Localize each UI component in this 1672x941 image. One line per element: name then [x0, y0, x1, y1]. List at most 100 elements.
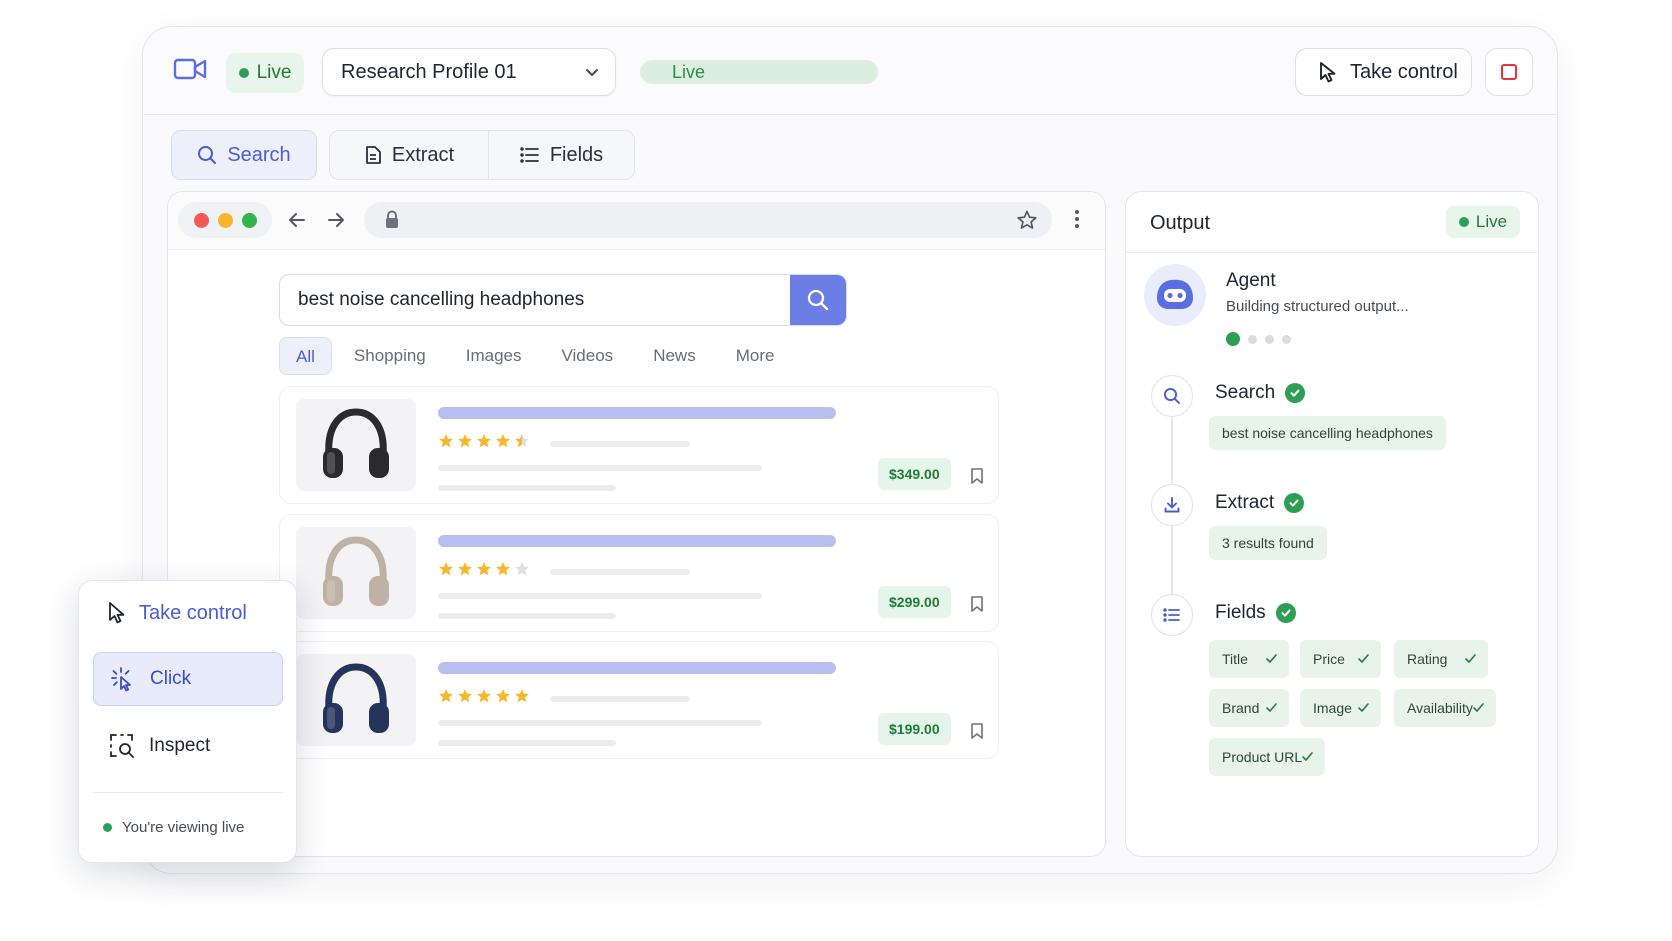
agent-browser-app: Live Research Profile 01 Live Take contr…	[142, 26, 1558, 874]
more-options-icon[interactable]	[1074, 208, 1080, 230]
rating-stars	[438, 561, 530, 577]
star-icon	[477, 689, 491, 703]
output-live-badge: Live	[1446, 206, 1520, 238]
star-icon	[439, 562, 453, 576]
headphones-icon	[323, 408, 389, 478]
progress-dot	[1265, 334, 1274, 344]
lock-icon	[386, 210, 398, 228]
text-placeholder	[438, 465, 762, 471]
field-chip-label: Price	[1313, 651, 1345, 667]
star-icon	[439, 689, 453, 703]
progress-dot	[1248, 334, 1257, 344]
result-card[interactable]: $199.00	[279, 641, 999, 759]
filter-more[interactable]: More	[716, 337, 795, 375]
filter-news[interactable]: News	[633, 337, 716, 375]
profile-select-value: Research Profile 01	[341, 60, 517, 83]
product-image	[296, 654, 416, 746]
popover-take-control[interactable]: Take control	[107, 601, 247, 625]
tab-fields[interactable]: Fields	[489, 130, 635, 180]
output-panel: Output Live Agent Building structured ou…	[1125, 191, 1539, 857]
list-icon	[520, 147, 539, 163]
field-chip: Rating	[1394, 640, 1488, 678]
star-icon	[515, 562, 529, 576]
popover-status-label: You're viewing live	[122, 819, 245, 836]
step-fields-icon-circle	[1151, 594, 1193, 636]
live-label: Live	[256, 62, 292, 83]
bookmark-star-icon[interactable]	[1016, 209, 1038, 231]
cursor-icon	[109, 602, 125, 624]
star-icon	[458, 689, 472, 703]
popover-inspect-option[interactable]: Inspect	[109, 733, 210, 759]
filter-images[interactable]: Images	[446, 337, 542, 375]
forward-arrow-icon[interactable]	[325, 209, 347, 231]
filter-shopping[interactable]: Shopping	[334, 337, 446, 375]
browser-window: best noise cancelling headphones All Sho…	[167, 191, 1106, 857]
search-icon	[1163, 387, 1180, 404]
web-search-button[interactable]	[790, 275, 846, 325]
price-badge: $299.00	[878, 586, 951, 618]
robot-icon	[1157, 279, 1193, 309]
step-extract-icon-circle	[1151, 484, 1193, 526]
step-search-title: Search	[1215, 382, 1306, 404]
mode-tabs: Search Extract Fields	[171, 130, 635, 180]
popover-divider	[93, 792, 283, 793]
star-icon	[515, 434, 529, 448]
web-search-input[interactable]: best noise cancelling headphones	[298, 275, 584, 325]
bookmark-icon[interactable]	[970, 467, 984, 485]
stop-button[interactable]	[1485, 48, 1533, 96]
star-icon	[458, 434, 472, 448]
close-window-button[interactable]	[193, 212, 209, 228]
star-icon	[496, 689, 510, 703]
check-icon	[1266, 654, 1277, 663]
control-popover: Take control Click Inspect You're viewin…	[78, 580, 297, 863]
minimize-window-button[interactable]	[217, 212, 233, 228]
tab-search[interactable]: Search	[171, 130, 317, 180]
filter-all[interactable]: All	[279, 337, 332, 375]
field-chip-label: Image	[1313, 700, 1352, 716]
agent-avatar	[1144, 264, 1206, 326]
star-icon	[496, 562, 510, 576]
take-control-button[interactable]: Take control	[1295, 48, 1472, 96]
field-chip: Availability	[1394, 689, 1496, 727]
live-dot	[238, 68, 249, 78]
bookmark-icon[interactable]	[970, 595, 984, 613]
check-icon	[1266, 703, 1277, 712]
step-extract-result-chip: 3 results found	[1209, 526, 1327, 560]
maximize-window-button[interactable]	[241, 212, 257, 228]
agent-name: Agent	[1226, 270, 1276, 291]
filter-videos[interactable]: Videos	[542, 337, 634, 375]
progress-dot-active	[1226, 332, 1240, 346]
live-stream-bar: Live	[640, 60, 878, 84]
step-search-label: Search	[1215, 382, 1276, 403]
tab-search-label: Search	[227, 143, 291, 166]
check-icon	[1465, 654, 1476, 663]
live-dot	[103, 823, 112, 832]
document-icon	[365, 146, 381, 164]
tab-fields-label: Fields	[549, 143, 604, 166]
address-bar[interactable]	[364, 202, 1052, 238]
step-extract-title: Extract	[1215, 492, 1305, 514]
result-card[interactable]: $299.00	[279, 514, 999, 632]
search-icon	[807, 289, 829, 311]
field-chip: Title	[1209, 640, 1289, 678]
popover-click-label: Click	[150, 668, 192, 689]
chevron-down-icon	[586, 69, 598, 76]
text-placeholder	[550, 441, 690, 447]
result-card[interactable]: $349.00	[279, 386, 999, 504]
video-camera-icon	[173, 58, 207, 80]
rating-stars	[438, 433, 530, 449]
back-arrow-icon[interactable]	[286, 209, 308, 231]
field-chip: Brand	[1209, 689, 1289, 727]
tab-extract[interactable]: Extract	[329, 130, 489, 180]
output-live-label: Live	[1475, 212, 1508, 231]
title-placeholder	[438, 662, 836, 674]
download-icon	[1164, 497, 1180, 513]
popover-take-control-label: Take control	[139, 601, 247, 624]
popover-click-option[interactable]: Click	[93, 652, 283, 706]
profile-select[interactable]: Research Profile 01	[322, 48, 616, 96]
check-icon	[1358, 703, 1369, 712]
bookmark-icon[interactable]	[970, 722, 984, 740]
field-chip-label: Title	[1222, 651, 1248, 667]
field-chip: Product URL	[1209, 738, 1325, 776]
output-header: Output Live	[1126, 192, 1538, 253]
